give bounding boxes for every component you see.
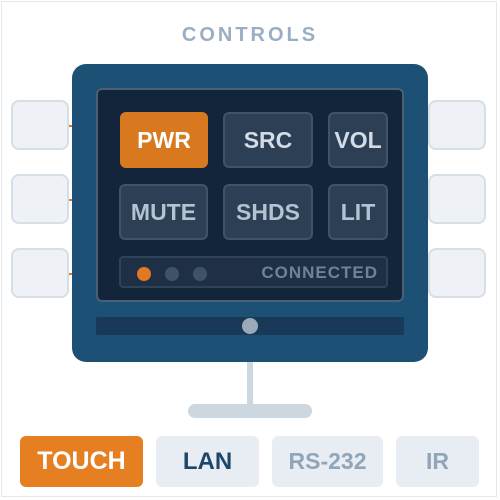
right-pad-1 bbox=[428, 100, 486, 150]
home-button[interactable] bbox=[242, 318, 258, 334]
lit-button[interactable]: LIT bbox=[328, 184, 388, 240]
stand-pole bbox=[247, 362, 253, 406]
tab-rs232[interactable]: RS-232 bbox=[272, 436, 383, 487]
left-pad-1 bbox=[11, 100, 69, 150]
tab-ir[interactable]: IR bbox=[396, 436, 479, 487]
stand-foot bbox=[188, 404, 312, 418]
right-pad-2 bbox=[428, 174, 486, 224]
left-pad-2 bbox=[11, 174, 69, 224]
status-indicator-2 bbox=[165, 267, 179, 281]
vol-button[interactable]: VOL bbox=[328, 112, 388, 168]
pwr-button[interactable]: PWR bbox=[120, 112, 208, 168]
right-pad-3 bbox=[428, 248, 486, 298]
tab-touch[interactable]: TOUCH bbox=[20, 436, 143, 487]
status-indicator-1 bbox=[137, 267, 151, 281]
diagram-title: CONTROLS bbox=[181, 24, 319, 46]
connection-status: CONNECTED bbox=[261, 263, 378, 282]
tab-lan[interactable]: LAN bbox=[156, 436, 259, 487]
shds-button[interactable]: SHDS bbox=[223, 184, 313, 240]
src-button[interactable]: SRC bbox=[223, 112, 313, 168]
mute-button[interactable]: MUTE bbox=[119, 184, 208, 240]
status-indicator-3 bbox=[193, 267, 207, 281]
status-bar: CONNECTED bbox=[119, 256, 388, 288]
left-pad-3 bbox=[11, 248, 69, 298]
